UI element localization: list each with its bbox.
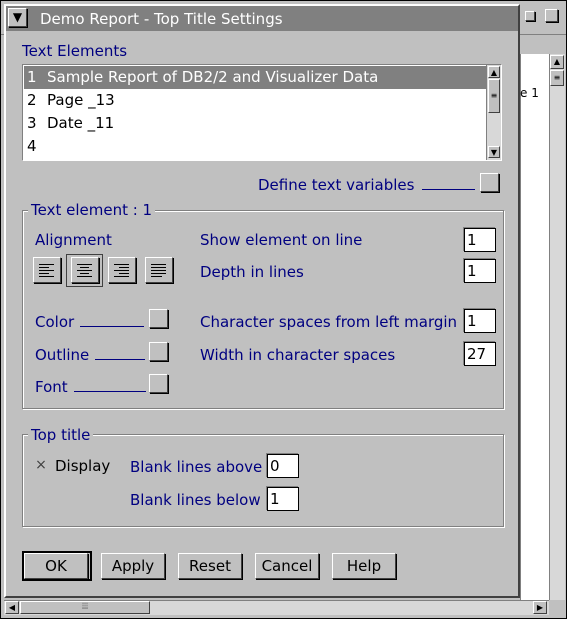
align-justify-icon: [151, 264, 166, 277]
text-elements-list[interactable]: 1 Sample Report of DB2/2 and Visualizer D…: [22, 64, 502, 161]
outline-label: Outline: [35, 346, 146, 364]
alignment-label: Alignment: [35, 231, 112, 249]
char-spaces-field[interactable]: 1: [464, 309, 496, 333]
top-title-group-title: Top title: [28, 426, 94, 444]
color-underline: [80, 326, 145, 327]
dialog-title: Demo Report - Top Title Settings: [40, 10, 283, 28]
background-minimize-button[interactable]: [525, 11, 535, 21]
background-maximize-button[interactable]: [545, 9, 558, 22]
blank-lines-above-field[interactable]: 0: [267, 454, 299, 478]
background-vscrollbar[interactable]: [549, 54, 565, 600]
list-item-number: 3: [27, 114, 37, 132]
text-elements-heading: Text Elements: [22, 42, 128, 60]
background-hscroll-thumb[interactable]: ⦙⦙⦙: [20, 601, 150, 614]
char-spaces-label: Character spaces from left margin: [200, 313, 458, 331]
list-item-number: 4: [27, 137, 37, 155]
background-scroll-up-arrow[interactable]: ▲: [550, 55, 564, 69]
color-label: Color: [35, 313, 145, 331]
list-item-3[interactable]: 3 Date _11: [24, 112, 486, 135]
list-scroll-up-arrow[interactable]: ▲: [488, 66, 500, 78]
reset-button[interactable]: Reset: [178, 553, 242, 579]
list-scroll-down-arrow[interactable]: ▼: [488, 146, 500, 158]
background-scroll-left-arrow[interactable]: ◀: [5, 601, 19, 614]
define-text-variables-underline: [422, 189, 476, 190]
show-on-line-field[interactable]: 1: [464, 228, 496, 252]
list-vscrollbar[interactable]: ▲ ≡ ▼: [486, 65, 501, 160]
define-text-variables-text: Define text variables: [258, 176, 415, 194]
align-left-icon: [39, 264, 54, 277]
outline-label-text: Outline: [35, 346, 90, 364]
list-item-number: 1: [27, 68, 37, 86]
blank-lines-below-field[interactable]: 1: [267, 487, 299, 511]
align-justify-button[interactable]: [145, 257, 173, 283]
list-item-text: Page _13: [47, 91, 115, 109]
color-label-text: Color: [35, 313, 75, 331]
define-text-variables-button[interactable]: [480, 173, 499, 192]
list-item-text: Sample Report of DB2/2 and Visualizer Da…: [47, 68, 379, 86]
font-underline: [73, 391, 146, 392]
apply-button[interactable]: Apply: [101, 553, 165, 579]
display-checkbox[interactable]: ×: [35, 458, 47, 472]
cancel-button[interactable]: Cancel: [255, 553, 319, 579]
show-on-line-label: Show element on line: [200, 231, 363, 249]
list-scroll-thumb[interactable]: ≡: [488, 79, 500, 113]
align-right-button[interactable]: [108, 257, 136, 283]
list-item-4[interactable]: 4: [24, 135, 486, 158]
background-client: [520, 54, 551, 600]
width-field[interactable]: 27: [464, 342, 496, 366]
blank-lines-below-label: Blank lines below: [130, 491, 261, 509]
list-rows: 1 Sample Report of DB2/2 and Visualizer D…: [24, 66, 486, 159]
depth-in-lines-field[interactable]: 1: [464, 259, 496, 283]
list-item-2[interactable]: 2 Page _13: [24, 89, 486, 112]
width-label: Width in character spaces: [200, 346, 396, 364]
help-button[interactable]: Help: [332, 553, 396, 579]
display-label[interactable]: Display: [55, 457, 110, 475]
font-button[interactable]: [149, 374, 168, 393]
list-item-text: Date _11: [47, 114, 115, 132]
background-scroll-thumb[interactable]: ≡: [550, 70, 564, 86]
outline-underline: [95, 359, 146, 360]
system-menu-button[interactable]: ▼: [8, 8, 27, 27]
outline-button[interactable]: [149, 342, 168, 361]
list-item-number: 2: [27, 91, 37, 109]
background-scroll-right-arrow[interactable]: ▶: [533, 601, 547, 614]
align-left-button[interactable]: [33, 257, 61, 283]
color-button[interactable]: [149, 309, 168, 328]
top-title-group: [22, 434, 504, 527]
list-item-1[interactable]: 1 Sample Report of DB2/2 and Visualizer D…: [24, 66, 486, 89]
font-label: Font: [35, 378, 146, 396]
font-label-text: Font: [35, 378, 68, 396]
depth-in-lines-label: Depth in lines: [200, 263, 304, 281]
align-center-icon: [77, 264, 92, 277]
align-center-button[interactable]: [71, 257, 99, 283]
define-text-variables-label: Define text variables: [258, 176, 476, 194]
background-label-fragment: e 1: [520, 86, 539, 100]
blank-lines-above-label: Blank lines above: [130, 458, 263, 476]
text-element-group-title: Text element : 1: [28, 201, 156, 219]
ok-button[interactable]: OK: [24, 553, 88, 579]
align-right-icon: [114, 264, 129, 277]
